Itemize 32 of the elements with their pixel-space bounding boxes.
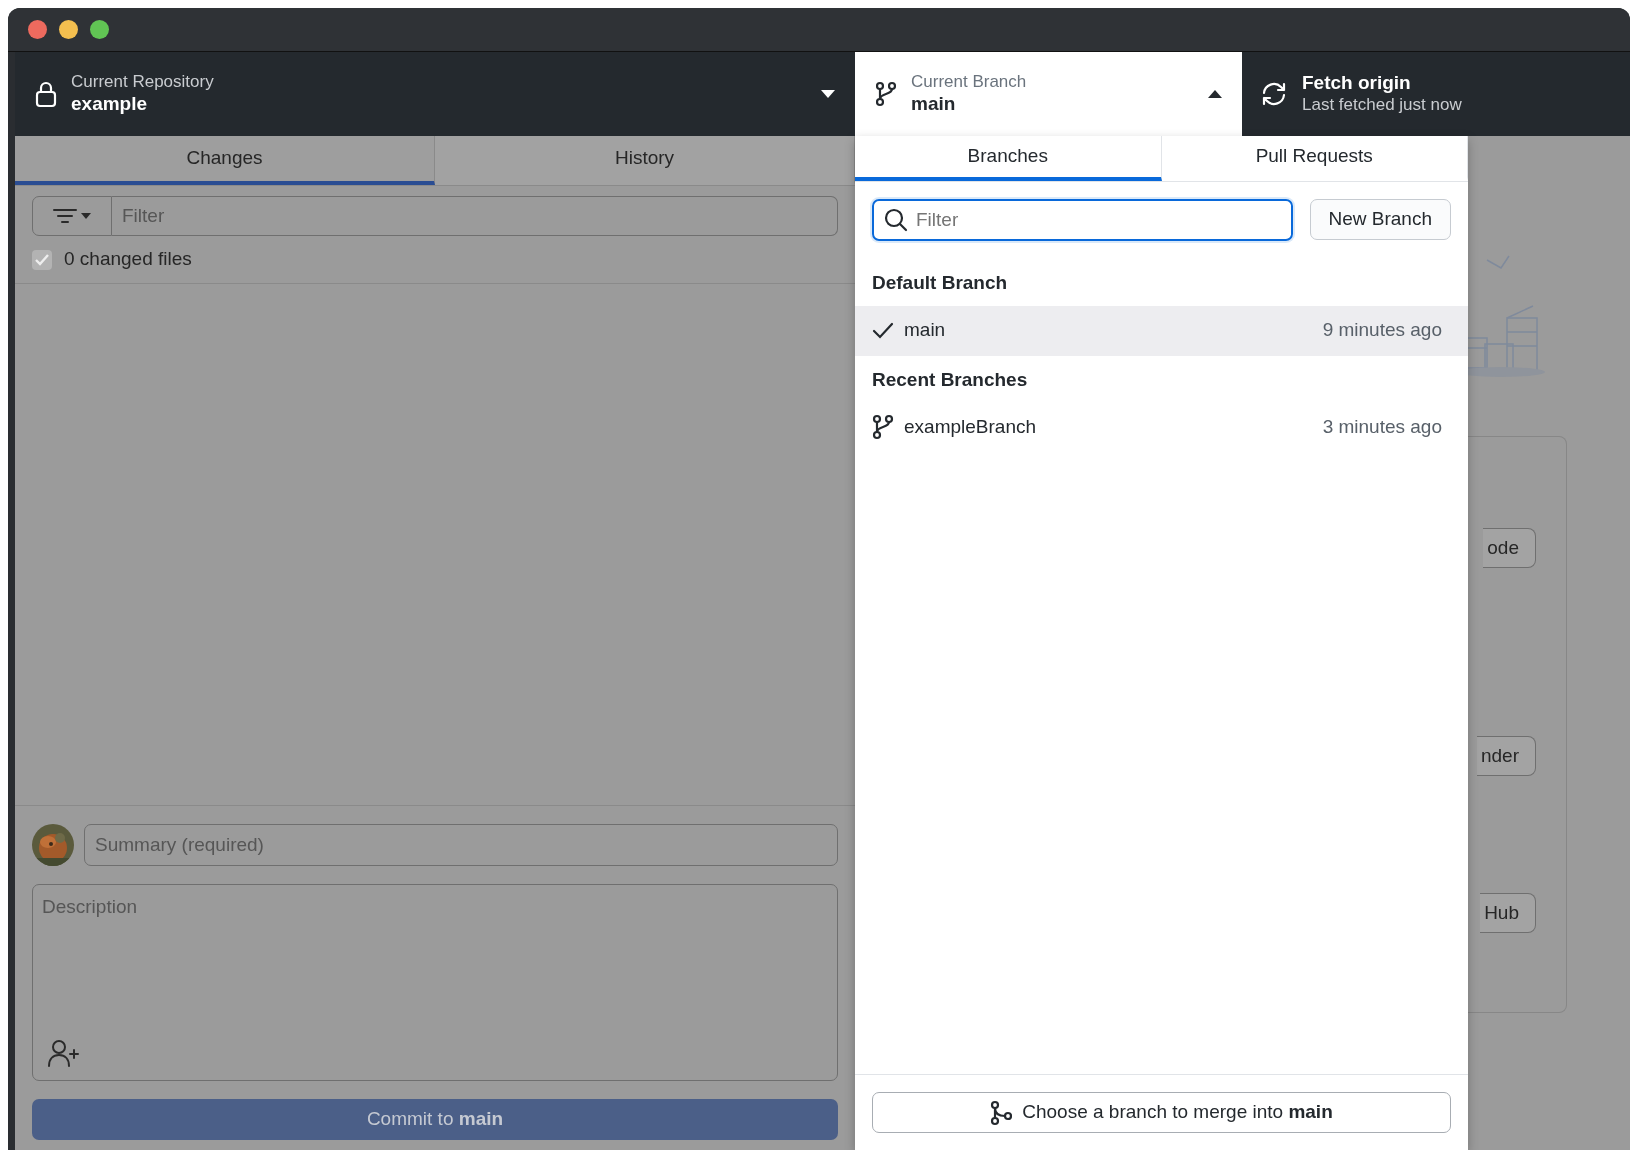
description-field[interactable]: Description	[32, 884, 838, 1081]
merge-button[interactable]: Choose a branch to merge into main	[872, 1092, 1451, 1133]
repository-button[interactable]: Current Repository example	[15, 52, 855, 136]
repository-name: example	[71, 92, 149, 116]
tab[interactable]: Pull Requests	[1161, 136, 1468, 181]
button[interactable]: Hub	[1480, 893, 1536, 933]
section-header: Default Branch	[871, 271, 1009, 295]
commit-button: Commit to main	[32, 1099, 838, 1140]
branch-name: main	[911, 92, 957, 116]
branch-time: 9 minutes ago	[1322, 318, 1442, 343]
tab[interactable]: Branches	[855, 136, 1162, 181]
button[interactable]: ode	[1483, 528, 1536, 568]
changed-files-count: 0 changed files	[64, 247, 192, 272]
branch-time: 3 minutes ago	[1322, 414, 1442, 439]
button[interactable]: nder	[1476, 736, 1536, 776]
fetch-title: Fetch origin	[1302, 72, 1412, 96]
tab[interactable]: History	[435, 136, 855, 185]
tab[interactable]: Changes	[15, 136, 435, 185]
new-branch-button[interactable]: New Branch	[1309, 199, 1451, 240]
branch-name: exampleBranch	[904, 414, 1037, 439]
section-header: Recent Branches	[871, 367, 1029, 392]
repository-label: Current Repository	[71, 72, 215, 93]
branch-label: Current Branch	[911, 72, 1028, 93]
fetch-status: Last fetched just now	[1302, 95, 1462, 116]
filter-field[interactable]: Filter	[112, 196, 838, 236]
branch-name: main	[904, 318, 946, 343]
fetch-button[interactable]: Fetch origin Last fetched just now	[1242, 52, 1630, 136]
branch-item[interactable]: exampleBranch 3 minutes ago	[855, 402, 1468, 452]
branch-button[interactable]: Current Branch main	[855, 52, 1242, 136]
summary-field[interactable]: Summary (required)	[84, 824, 838, 866]
branch-item[interactable]: main 9 minutes ago	[855, 305, 1468, 356]
search-field[interactable]: Filter	[872, 199, 1293, 241]
